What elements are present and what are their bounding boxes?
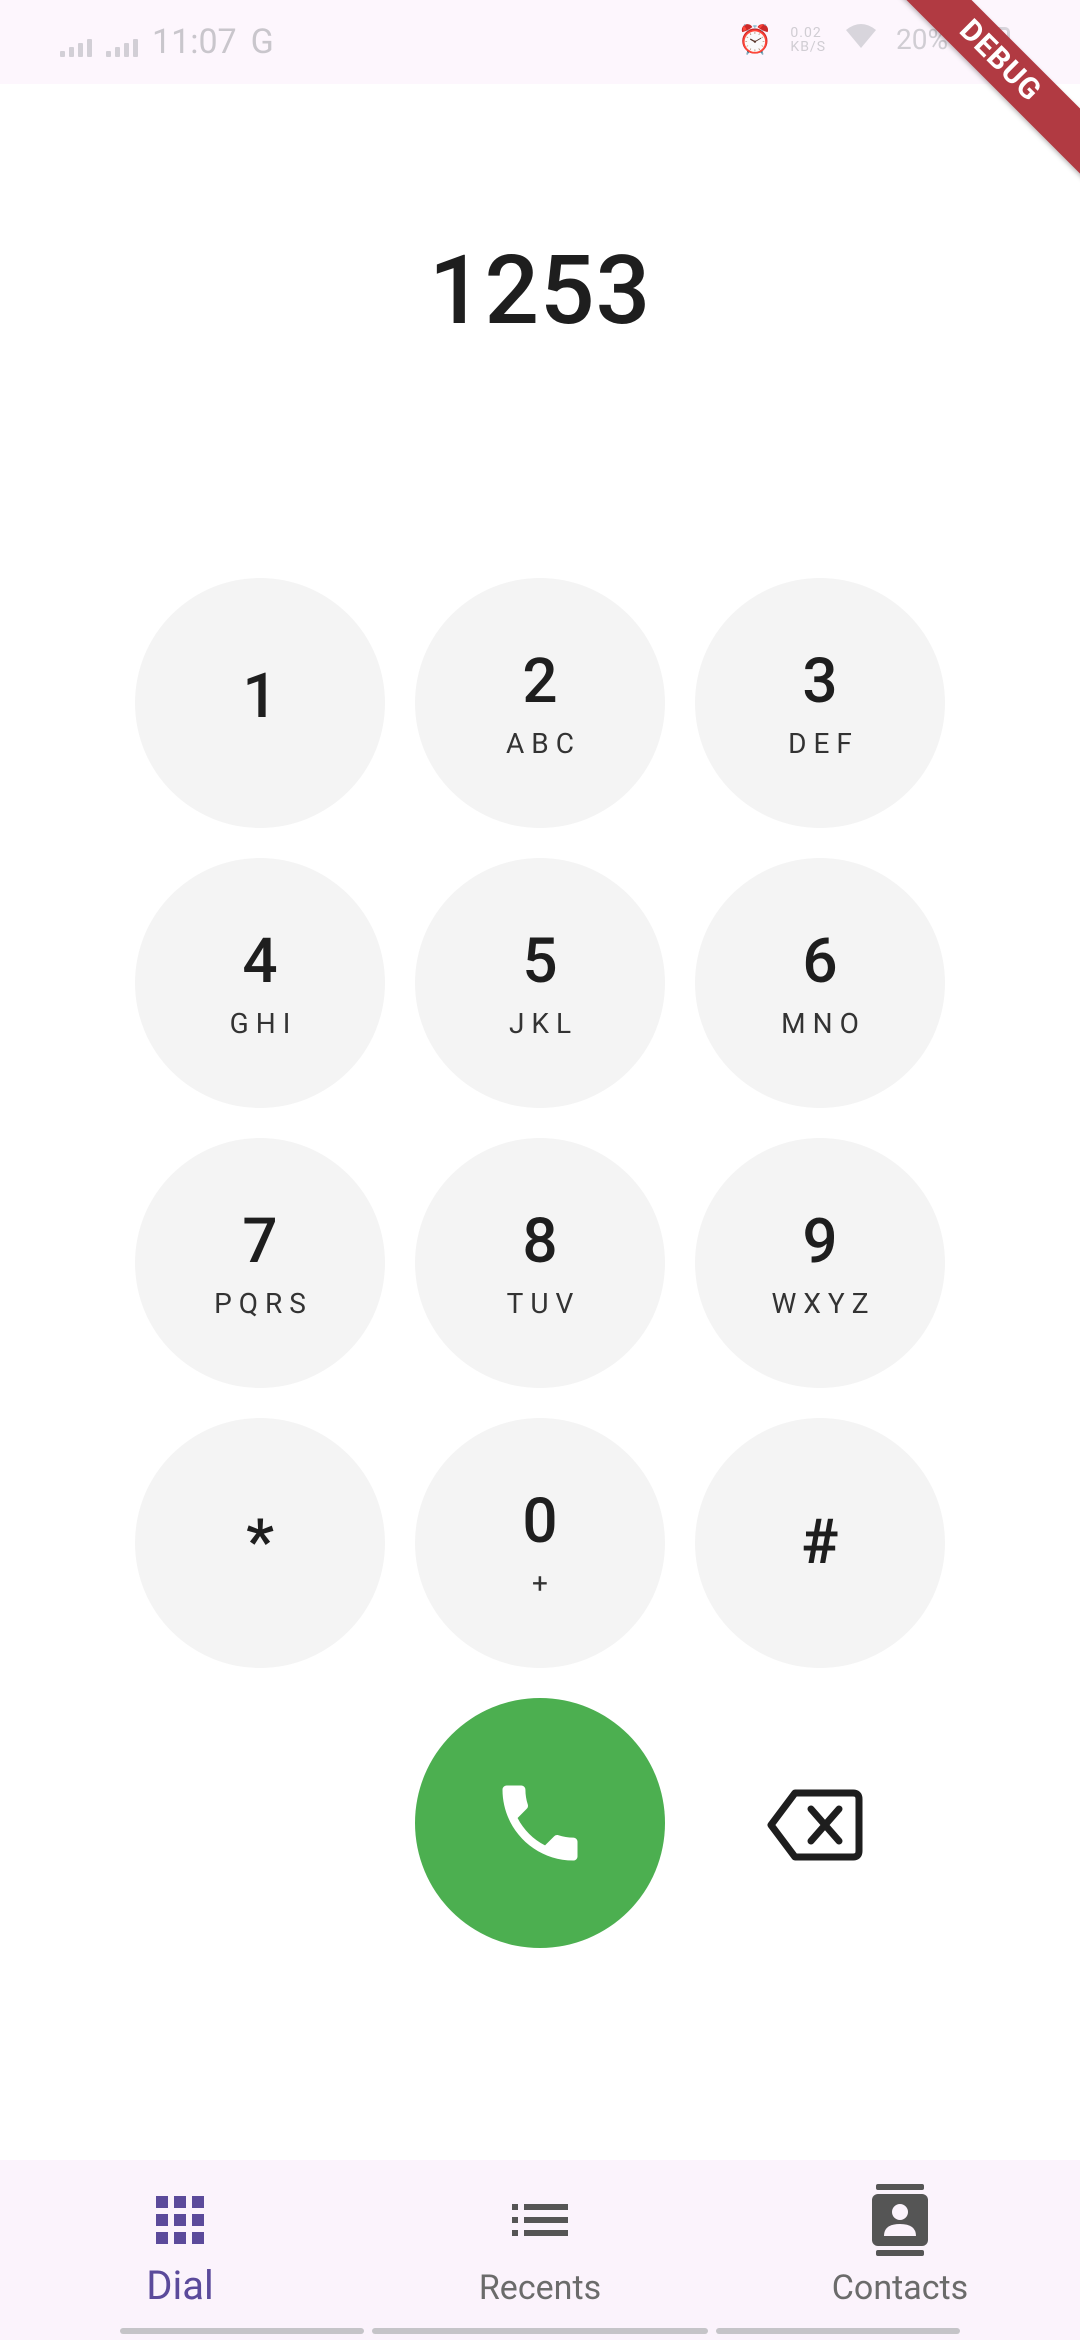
signal-icon bbox=[60, 27, 92, 57]
key-digit: 9 bbox=[802, 1205, 838, 1278]
call-button[interactable] bbox=[415, 1698, 665, 1948]
key-3[interactable]: 3 DEF bbox=[695, 578, 945, 828]
status-time: 11:07 bbox=[152, 22, 237, 62]
net-speed-value: 0.02 bbox=[790, 24, 822, 41]
nav-indicator-recents bbox=[372, 2328, 708, 2334]
key-4[interactable]: 4 GHI bbox=[135, 858, 385, 1108]
nav-dial[interactable]: Dial bbox=[60, 2160, 300, 2340]
key-digit: 5 bbox=[522, 925, 558, 998]
backspace-button[interactable] bbox=[760, 1770, 870, 1880]
key-digit: 2 bbox=[522, 645, 558, 718]
key-letters: TUV bbox=[506, 1287, 581, 1320]
key-letters: WXYZ bbox=[771, 1287, 876, 1320]
net-speed: 0.02 KB/S bbox=[790, 26, 826, 54]
key-digit: 3 bbox=[802, 645, 838, 718]
key-digit: 1 bbox=[242, 660, 278, 733]
contacts-icon bbox=[870, 2184, 930, 2256]
key-7[interactable]: 7 PQRS bbox=[135, 1138, 385, 1388]
key-6[interactable]: 6 MNO bbox=[695, 858, 945, 1108]
key-2[interactable]: 2 ABC bbox=[415, 578, 665, 828]
list-icon bbox=[512, 2192, 568, 2248]
bottom-nav: Dial Recents Contacts bbox=[0, 2160, 1080, 2340]
nav-recents-label: Recents bbox=[478, 2268, 602, 2308]
key-digit: 0 bbox=[522, 1485, 558, 1558]
key-digit: 8 bbox=[522, 1205, 558, 1278]
nav-dial-label: Dial bbox=[146, 2262, 214, 2309]
key-0[interactable]: 0 + bbox=[415, 1418, 665, 1668]
key-1[interactable]: 1 bbox=[135, 578, 385, 828]
key-5[interactable]: 5 JKL bbox=[415, 858, 665, 1108]
key-digit: 6 bbox=[802, 925, 838, 998]
phone-icon bbox=[502, 1785, 578, 1861]
dialpad-icon bbox=[154, 2192, 206, 2248]
status-bar: 11:07 G ⏰ 0.02 KB/S 20% bbox=[0, 0, 1080, 84]
nav-indicator-dial bbox=[120, 2328, 364, 2334]
nav-indicator-contacts bbox=[716, 2328, 960, 2334]
backspace-icon bbox=[767, 1789, 863, 1861]
key-letters: GHI bbox=[229, 1007, 298, 1040]
key-star[interactable]: * bbox=[135, 1418, 385, 1668]
key-digit: # bbox=[801, 1506, 839, 1579]
key-letters: + bbox=[532, 1567, 555, 1600]
net-speed-unit: KB/S bbox=[790, 38, 827, 55]
key-digit: 7 bbox=[242, 1205, 278, 1278]
status-left: 11:07 G bbox=[60, 22, 274, 62]
wifi-icon bbox=[844, 22, 878, 57]
key-hash[interactable]: # bbox=[695, 1418, 945, 1668]
nav-recents[interactable]: Recents bbox=[420, 2160, 660, 2340]
signal-icon-2 bbox=[106, 27, 138, 57]
key-letters: PQRS bbox=[214, 1287, 313, 1320]
key-digit: * bbox=[246, 1506, 274, 1579]
alarm-icon: ⏰ bbox=[737, 23, 773, 56]
key-digit: 4 bbox=[242, 925, 278, 998]
google-icon: G bbox=[250, 22, 274, 62]
nav-contacts[interactable]: Contacts bbox=[780, 2160, 1020, 2340]
key-8[interactable]: 8 TUV bbox=[415, 1138, 665, 1388]
key-9[interactable]: 9 WXYZ bbox=[695, 1138, 945, 1388]
key-letters: JKL bbox=[508, 1007, 579, 1040]
key-letters: DEF bbox=[788, 727, 859, 760]
key-letters: MNO bbox=[781, 1007, 866, 1040]
key-letters: ABC bbox=[506, 727, 581, 760]
dialed-number: 1253 bbox=[428, 235, 652, 347]
nav-contacts-label: Contacts bbox=[831, 2268, 969, 2308]
